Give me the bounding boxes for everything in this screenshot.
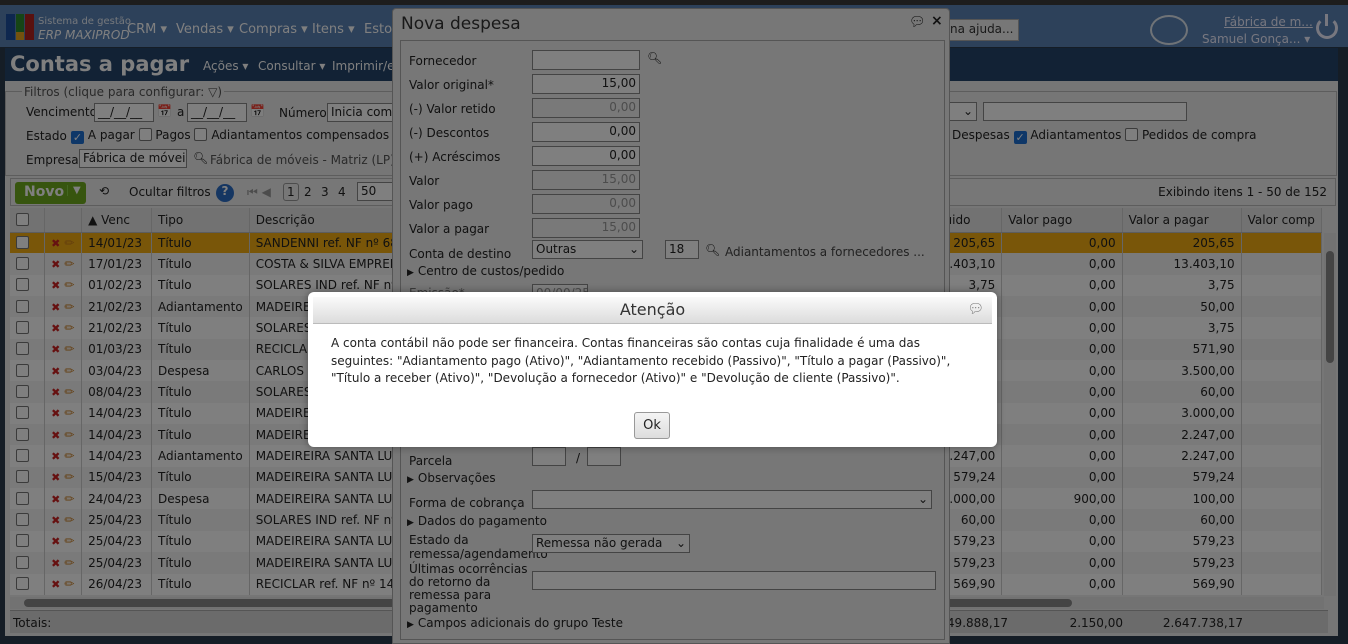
alert-message: A conta contábil não pode ser financeira… [331, 336, 951, 385]
dialog-title: Atenção [619, 300, 686, 319]
chat-icon[interactable]: 💬︎ [967, 302, 984, 317]
ok-button[interactable]: Ok [634, 412, 670, 439]
atencao-dialog: Atenção 💬︎ A conta contábil não pode ser … [308, 292, 997, 447]
dialog-header: Atenção 💬︎ [313, 297, 992, 324]
